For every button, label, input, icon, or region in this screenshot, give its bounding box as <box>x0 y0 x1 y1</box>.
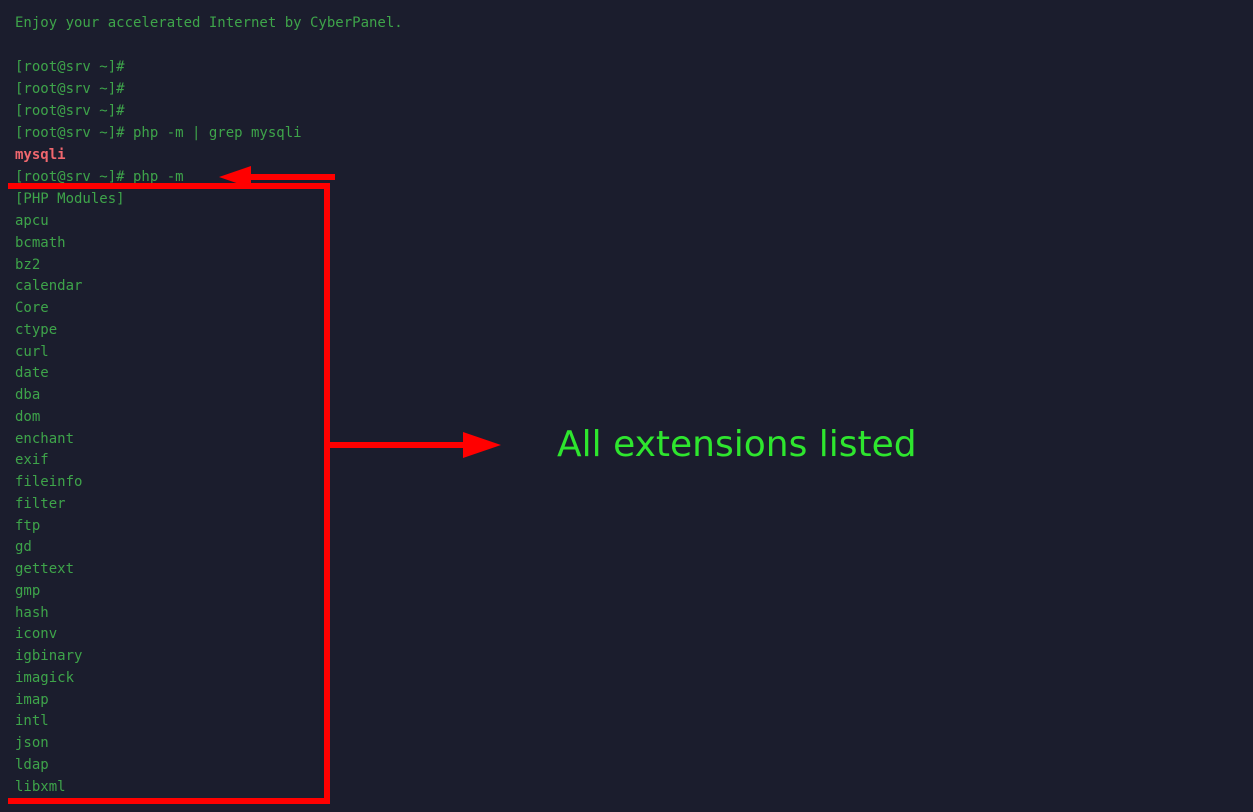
label-arrow-head <box>463 432 501 458</box>
annotation-label: All extensions listed <box>557 424 917 465</box>
annotation-overlay <box>8 166 501 804</box>
terminal-window[interactable]: Enjoy your accelerated Internet by Cyber… <box>0 0 1253 812</box>
bracket-outline <box>8 183 330 804</box>
